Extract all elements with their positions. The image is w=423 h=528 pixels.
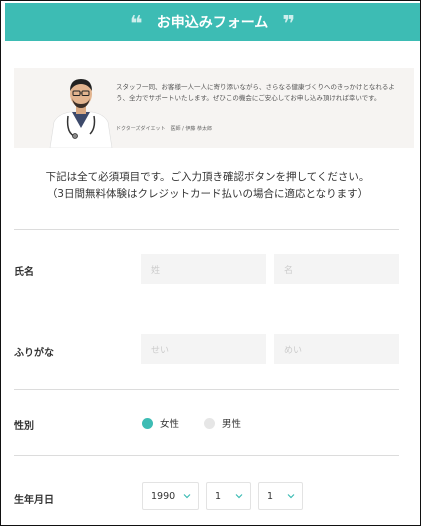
quote-open-icon: ❝ [129, 12, 143, 37]
last-name-kana-input[interactable]: せい [141, 334, 266, 364]
birth-year-select[interactable]: 1990 [142, 482, 199, 510]
birth-year-value: 1990 [151, 490, 176, 502]
notice-line-1: 下記は全て必須項目です。ご入力頂き確認ボタンを押してください。 [45, 171, 370, 183]
birthday-label: 生年月日 [14, 495, 54, 506]
divider [14, 229, 399, 230]
chevron-down-icon [235, 494, 243, 499]
birth-day-select[interactable]: 1 [258, 482, 303, 510]
birth-month-select[interactable]: 1 [206, 482, 251, 510]
gender-option-male[interactable]: 男性 [204, 416, 241, 430]
form-title: お申込みフォーム [156, 15, 269, 31]
name-label: 氏名 [14, 267, 34, 278]
divider [14, 455, 399, 456]
notice-line-2: （3日間無料体験はクレジットカード払いの場合に適応となります） [46, 188, 369, 200]
gender-option-label: 男性 [222, 419, 242, 430]
birth-month-value: 1 [215, 490, 222, 502]
gender-label: 性別 [14, 421, 34, 432]
gender-option-label: 女性 [160, 419, 180, 430]
divider [14, 389, 399, 390]
intro-message: スタッフ一同、お客様一人一人に寄り添いながら、さらなる健康づくりへのきっかけとな… [116, 83, 395, 102]
required-notice: 下記は全て必須項目です。ご入力頂き確認ボタンを押してください。 （3日間無料体験… [1, 169, 414, 203]
last-name-input[interactable]: 姓 [141, 254, 266, 284]
first-name-input[interactable]: 名 [274, 254, 399, 284]
form-page: ❝ お申込みフォーム ❞ スタッフ一同、お客様一人一人に寄り添いながら、さらなる… [0, 0, 421, 526]
doctor-intro-box: スタッフ一同、お客様一人一人に寄り添いながら、さらなる健康づくりへのきっかけとな… [14, 68, 414, 148]
doctor-photo [49, 79, 113, 148]
furigana-label: ふりがな [14, 348, 54, 359]
radio-selected-icon [142, 417, 153, 429]
birth-day-value: 1 [267, 490, 274, 502]
chevron-down-icon [287, 494, 295, 499]
gender-option-female[interactable]: 女性 [142, 416, 179, 430]
doctor-caption: ドクターズダイエット 医師 / 伊藤 恭太郎 [116, 126, 212, 132]
quote-close-icon: ❞ [282, 12, 296, 37]
chevron-down-icon [183, 494, 191, 499]
first-name-kana-input[interactable]: めい [274, 334, 399, 364]
radio-unselected-icon [204, 417, 215, 429]
form-header: ❝ お申込みフォーム ❞ [5, 3, 420, 41]
